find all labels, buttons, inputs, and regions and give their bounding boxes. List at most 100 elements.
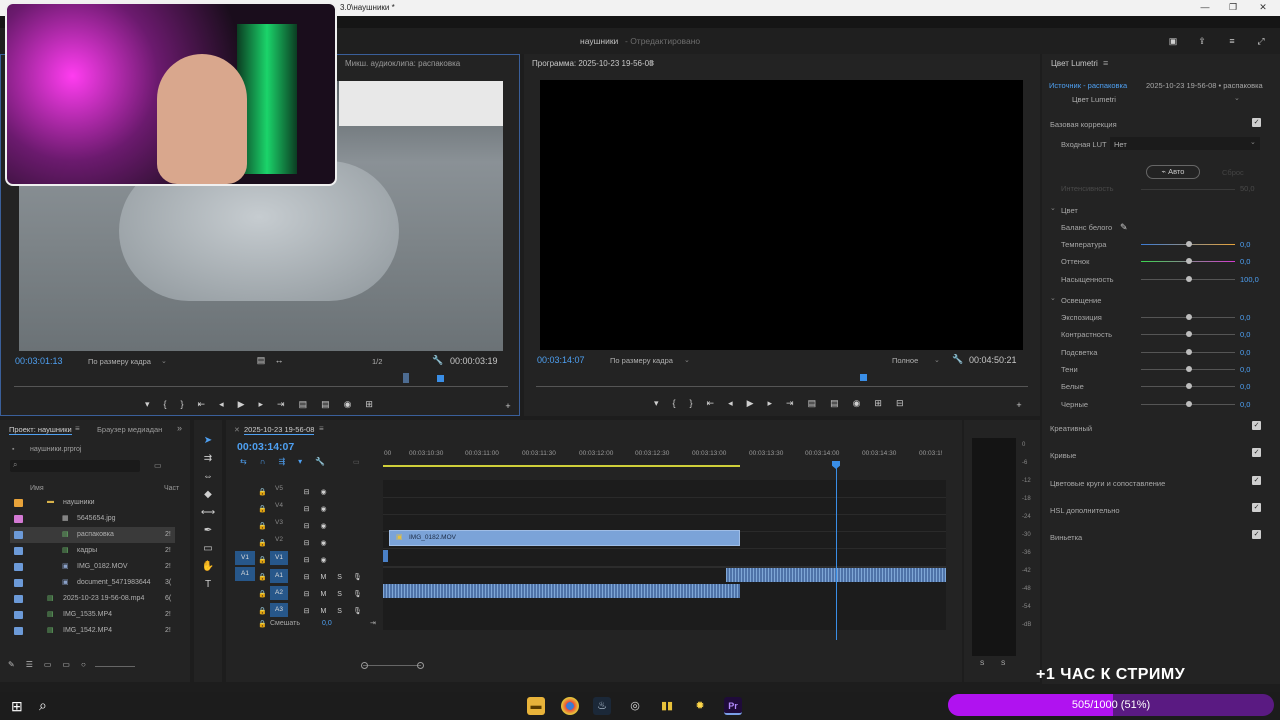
- audio-track-controls[interactable]: 🔒 ⊟MS🎙 🔒 ⊟MS🎙 🔒 ⊟MS🎙: [258, 569, 373, 620]
- saturation-knob[interactable]: [1186, 276, 1192, 282]
- search-icon[interactable]: ⌕: [39, 697, 47, 714]
- source-timecode[interactable]: 00:03:01:13: [15, 356, 63, 366]
- program-monitor-tab[interactable]: Программа: 2025-10-23 19-56-08: [532, 59, 654, 68]
- sparkle-app-icon[interactable]: ✹: [691, 697, 709, 715]
- creative-header[interactable]: Креативный: [1050, 424, 1092, 433]
- contrast-knob[interactable]: [1186, 331, 1192, 337]
- settings-icon[interactable]: ▤: [254, 353, 268, 367]
- temperature-value[interactable]: 0,0: [1240, 240, 1250, 249]
- lumetri-source[interactable]: Источник - распаковка: [1049, 81, 1127, 90]
- captions-icon[interactable]: ▭: [353, 458, 360, 466]
- color-wheels-header[interactable]: Цветовые круги и сопоставление: [1050, 479, 1165, 488]
- obs-icon[interactable]: ◎: [626, 697, 644, 715]
- project-item[interactable]: ▣ IMG_0182.MOV 2!: [10, 559, 175, 575]
- chevron-down-icon[interactable]: ⌄: [1050, 204, 1056, 212]
- source-playhead[interactable]: [437, 375, 444, 382]
- track-area[interactable]: ▣ IMG_0182.MOV: [383, 461, 946, 640]
- exposure-knob[interactable]: [1186, 314, 1192, 320]
- program-transport-controls[interactable]: ▾{}⇤◂▶▸⇥▤▤◉⊞⊟: [654, 398, 954, 412]
- exposure-value[interactable]: 0,0: [1240, 313, 1250, 322]
- lumetri-tab[interactable]: Цвет Lumetri: [1051, 59, 1098, 68]
- timeline-ruler[interactable]: 00 00:03:10:30 00:03:11:00 00:03:11:30 0…: [383, 447, 946, 467]
- tool-icons[interactable]: ⇉ ⇔ ◆ ⟷ ✒ ▭ ✋ T: [200, 450, 216, 594]
- source-resolution-select[interactable]: 1/2: [372, 357, 382, 366]
- lock-icon[interactable]: 🔒: [258, 620, 267, 628]
- restore-icon[interactable]: ❐: [1226, 2, 1240, 14]
- mix-end-icon[interactable]: ⇥: [370, 619, 376, 627]
- input-lut-select[interactable]: Нет ⌄: [1110, 137, 1260, 150]
- a1-source-patch[interactable]: A1: [235, 567, 255, 581]
- project-item[interactable]: ▬ наушники: [10, 495, 175, 511]
- checkbox-wheels[interactable]: ✓: [1252, 476, 1261, 485]
- intensity-slider[interactable]: [1141, 189, 1235, 190]
- wrench-icon[interactable]: 🔧: [951, 352, 965, 366]
- column-name[interactable]: Имя: [30, 485, 44, 492]
- selection-tool-icon[interactable]: ➤: [200, 432, 216, 450]
- checkbox-vignette[interactable]: ✓: [1252, 530, 1261, 539]
- project-item[interactable]: ▤ IMG_1535.MP4 2!: [10, 607, 175, 623]
- zoom-slider[interactable]: [95, 666, 135, 667]
- timeline-tab[interactable]: 2025-10-23 19-56-08: [244, 425, 315, 435]
- menu-icon[interactable]: ≡: [649, 58, 654, 68]
- whites-knob[interactable]: [1186, 383, 1192, 389]
- hsl-header[interactable]: HSL дополнительно: [1050, 506, 1120, 515]
- program-quality-select[interactable]: Полное: [892, 356, 918, 365]
- video-track-controls[interactable]: 🔒 ⊟◉ 🔒 ⊟◉ 🔒 ⊟◉ 🔒 ⊟◉ 🔒 ⊟◉: [258, 484, 338, 569]
- fullscreen-icon[interactable]: ⤢: [1254, 34, 1268, 48]
- minimize-icon[interactable]: —: [1198, 2, 1212, 14]
- workspace-icon[interactable]: ▣: [1166, 34, 1180, 48]
- source-fit-select[interactable]: По размеру кадра: [88, 357, 151, 366]
- basic-correction-header[interactable]: Базовая коррекция: [1050, 120, 1117, 129]
- project-tab[interactable]: Проект: наушники: [9, 425, 72, 435]
- source-monitor-tab[interactable]: Микш. аудиоклипа: распаковка: [345, 59, 460, 68]
- overflow-icon[interactable]: »: [177, 423, 182, 433]
- premiere-icon[interactable]: Pr: [724, 697, 742, 715]
- program-playhead[interactable]: [860, 374, 867, 381]
- zoom-left-handle[interactable]: [361, 662, 368, 669]
- shadows-value[interactable]: 0,0: [1240, 365, 1250, 374]
- temperature-knob[interactable]: [1186, 241, 1192, 247]
- checkbox-creative[interactable]: ✓: [1252, 421, 1261, 430]
- timeline-toolbar[interactable]: ⇆∩⇶▾🔧: [240, 457, 370, 466]
- project-item[interactable]: ▤ 2025-10-23 19-56-08.mp4 6(: [10, 591, 175, 607]
- auto-button[interactable]: ⌁ Авто: [1146, 165, 1200, 179]
- file-explorer-icon[interactable]: ▬: [527, 697, 545, 715]
- column-rate[interactable]: Част: [164, 485, 179, 492]
- tint-value[interactable]: 0,0: [1240, 257, 1250, 266]
- highlights-value[interactable]: 0,0: [1240, 348, 1250, 357]
- steam-icon[interactable]: ♨: [593, 697, 611, 715]
- blacks-knob[interactable]: [1186, 401, 1192, 407]
- timeline-zoom-bar[interactable]: [363, 665, 421, 666]
- shadows-knob[interactable]: [1186, 366, 1192, 372]
- search-input[interactable]: ⌕: [10, 460, 140, 472]
- mix-value[interactable]: 0,0: [322, 620, 332, 627]
- menu-icon[interactable]: ≡: [1103, 58, 1108, 68]
- close-icon[interactable]: ✕: [1256, 2, 1270, 14]
- video-clip[interactable]: ▣ IMG_0182.MOV: [389, 530, 740, 546]
- lumetri-sequence[interactable]: 2025-10-23 19-56-08 • распаковка: [1146, 81, 1263, 90]
- menu-icon[interactable]: ≡: [75, 424, 80, 433]
- saturation-value[interactable]: 100,0: [1240, 275, 1259, 284]
- chrome-icon[interactable]: [561, 697, 579, 715]
- tint-knob[interactable]: [1186, 258, 1192, 264]
- checkbox-curves[interactable]: ✓: [1252, 448, 1261, 457]
- project-item[interactable]: ▤ IMG_1542.MP4 2!: [10, 623, 175, 639]
- project-item[interactable]: ▦ 5645654.jpg: [10, 511, 175, 527]
- checkbox-basic[interactable]: ✓: [1252, 118, 1261, 127]
- new-bin-icon[interactable]: ▭: [154, 461, 162, 470]
- audio-clip-a2[interactable]: [383, 584, 740, 598]
- media-browser-tab[interactable]: Браузер медиадан: [97, 425, 162, 434]
- contrast-value[interactable]: 0,0: [1240, 330, 1250, 339]
- zoom-right-handle[interactable]: [417, 662, 424, 669]
- vignette-header[interactable]: Виньетка: [1050, 533, 1082, 542]
- project-item[interactable]: ▤ кадры 2!: [10, 543, 175, 559]
- highlights-knob[interactable]: [1186, 349, 1192, 355]
- project-item[interactable]: ▣ document_5471983644 3(: [10, 575, 175, 591]
- timeline-timecode[interactable]: 00:03:14:07: [237, 441, 294, 453]
- program-fit-select[interactable]: По размеру кадра: [610, 356, 673, 365]
- source-transport-controls[interactable]: ▾{}⇤◂▶▸⇥▤▤◉⊞: [145, 399, 425, 413]
- source-scrubber[interactable]: [14, 386, 508, 387]
- light-section-header[interactable]: Освещение: [1061, 296, 1101, 305]
- v1-source-patch[interactable]: V1: [235, 551, 255, 565]
- windows-start-icon[interactable]: ⊞: [11, 698, 23, 715]
